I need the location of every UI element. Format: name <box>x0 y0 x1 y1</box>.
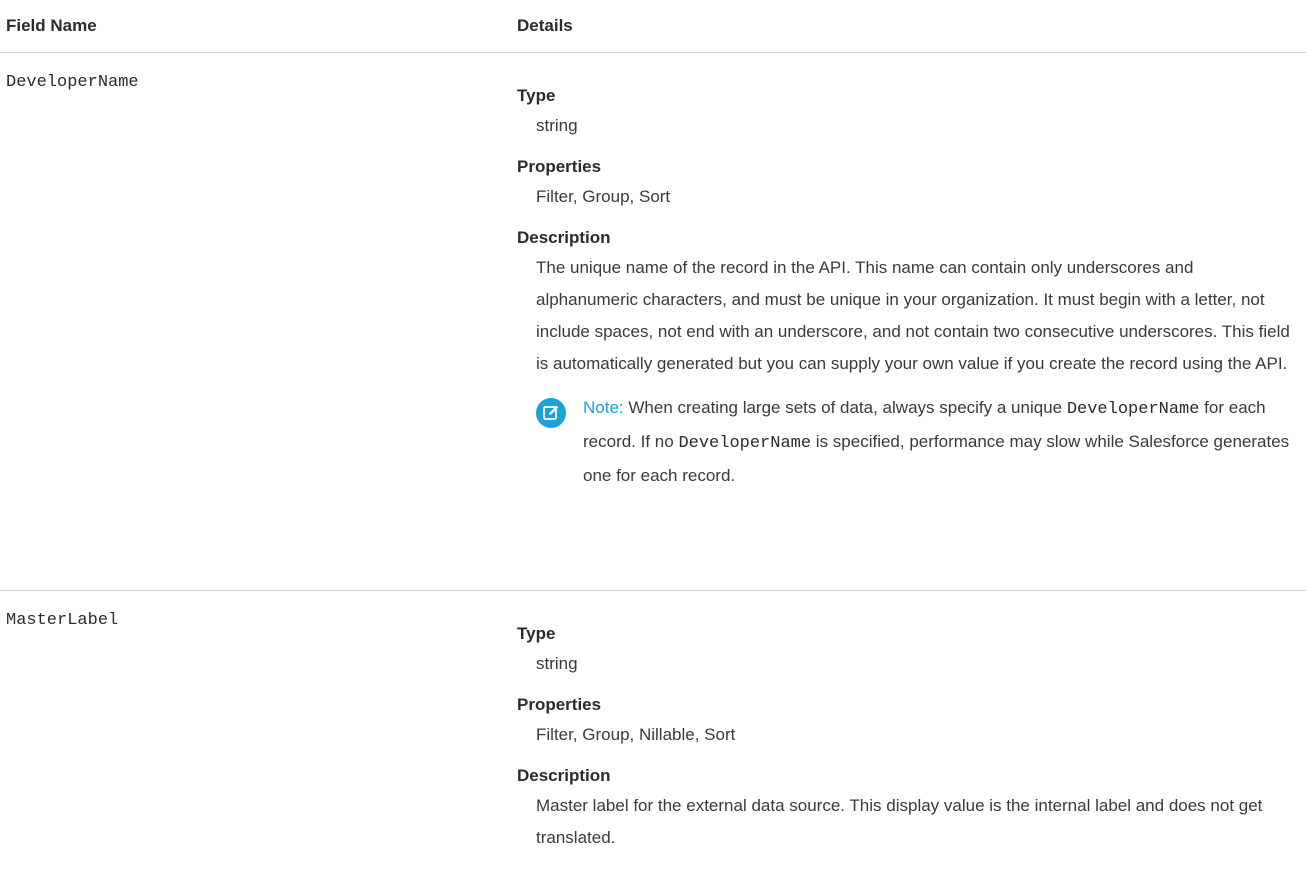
type-label: Type <box>517 624 556 643</box>
note-text: When creating large sets of data, always… <box>623 398 1067 417</box>
description-label: Description <box>517 766 611 785</box>
field-details: Type string Properties Filter, Group, Ni… <box>517 623 1297 873</box>
note-label: Note: <box>583 398 624 417</box>
description-label: Description <box>517 228 611 247</box>
note-pencil-icon <box>536 398 566 428</box>
column-header-field-name: Field Name <box>6 16 97 35</box>
field-table: Field Name Details DeveloperName Type st… <box>0 0 1306 891</box>
type-value: string <box>536 654 578 673</box>
field-details: Type string Properties Filter, Group, So… <box>517 85 1297 511</box>
type-block: Type string <box>517 623 1297 675</box>
properties-block: Properties Filter, Group, Nillable, Sort <box>517 694 1297 746</box>
note-code: DeveloperName <box>1066 400 1200 419</box>
column-header-details: Details <box>517 16 573 35</box>
properties-value: Filter, Group, Nillable, Sort <box>536 725 736 744</box>
table-row: DeveloperName Type string Properties Fil… <box>0 53 1306 591</box>
description-value: The unique name of the record in the API… <box>536 258 1290 373</box>
properties-label: Properties <box>517 695 602 714</box>
type-block: Type string <box>517 85 1297 137</box>
properties-block: Properties Filter, Group, Sort <box>517 156 1297 208</box>
description-block: Description Master label for the externa… <box>517 765 1297 854</box>
note-code: DeveloperName <box>678 434 812 453</box>
field-name: DeveloperName <box>6 73 139 92</box>
table-header: Field Name Details <box>0 0 1306 53</box>
properties-label: Properties <box>517 157 602 176</box>
properties-value: Filter, Group, Sort <box>536 187 671 206</box>
field-name: MasterLabel <box>6 611 119 630</box>
type-value: string <box>536 116 578 135</box>
note-callout: Note: When creating large sets of data, … <box>536 392 1303 492</box>
description-value: Master label for the external data sourc… <box>536 796 1263 847</box>
description-block: Description The unique name of the recor… <box>517 227 1297 492</box>
table-row: MasterLabel Type string Properties Filte… <box>0 591 1306 891</box>
type-label: Type <box>517 86 556 105</box>
